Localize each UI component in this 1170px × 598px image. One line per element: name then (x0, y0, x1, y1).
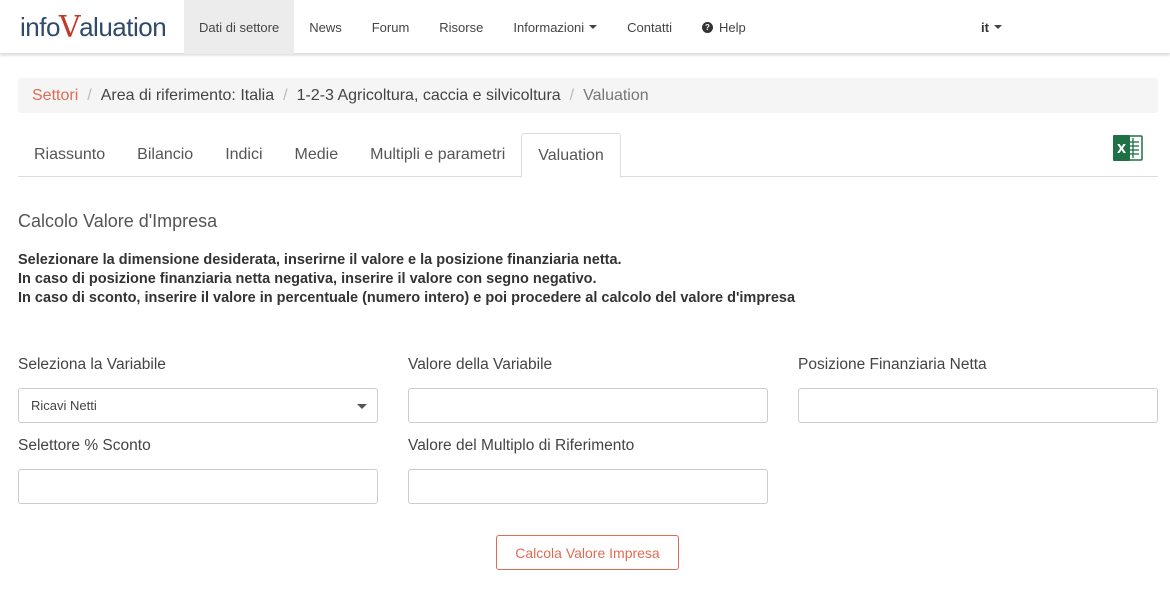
nav-item-dati-di-settore[interactable]: Dati di settore (184, 0, 295, 54)
breadcrumb-separator: / (87, 86, 92, 104)
excel-export-icon[interactable]: X (1112, 133, 1144, 163)
nav-label: Forum (371, 19, 410, 35)
discount-label: Selettore % Sconto (18, 437, 151, 454)
tab-riassunto[interactable]: Riassunto (18, 133, 121, 177)
nav-label: News (309, 19, 342, 35)
main-nav: Dati di settore News Forum Risorse Infor… (184, 0, 761, 54)
variable-select-label: Seleziona la Variabile (18, 356, 166, 373)
nav-item-informazioni[interactable]: Informazioni (498, 0, 612, 54)
excel-letter: X (1117, 142, 1127, 156)
tab-medie[interactable]: Medie (279, 133, 355, 177)
breadcrumb-sector: 1-2-3 Agricoltura, caccia e silvicoltura (296, 86, 561, 104)
brand-text-v: V (58, 9, 81, 45)
tab-label: Valuation (538, 146, 604, 164)
tab-label: Riassunto (34, 146, 106, 163)
nav-label: Help (718, 19, 746, 35)
tab-bilancio[interactable]: Bilancio (121, 133, 209, 177)
instructions: Selezionare la dimensione desiderata, in… (18, 251, 795, 308)
brand-logo[interactable]: info Valuation (20, 8, 167, 46)
chevron-down-icon (357, 404, 367, 409)
multiple-input[interactable] (408, 469, 768, 504)
nav-item-risorse[interactable]: Risorse (424, 0, 498, 54)
breadcrumb-current: Valuation (583, 86, 649, 104)
section-tabs: Riassunto Bilancio Indici Medie Multipli… (18, 133, 1158, 178)
nav-item-contatti[interactable]: Contatti (612, 0, 687, 54)
multiple-label: Valore del Multiplo di Riferimento (408, 437, 635, 454)
brand-text-info: info (20, 11, 60, 42)
breadcrumb: Settori / Area di riferimento: Italia / … (18, 78, 1158, 113)
question-circle-icon: ? (701, 21, 713, 33)
tab-label: Multipli e parametri (370, 146, 506, 163)
variable-select-value: Ricavi Netti (31, 398, 97, 413)
nav-label: Dati di settore (199, 19, 280, 35)
pfn-label: Posizione Finanziaria Netta (798, 356, 987, 373)
language-label: it (981, 19, 989, 35)
variable-value-label: Valore della Variabile (408, 356, 553, 373)
tab-multipli-e-parametri[interactable]: Multipli e parametri (354, 133, 521, 177)
discount-input[interactable] (18, 469, 378, 504)
nav-item-news[interactable]: News (294, 0, 357, 54)
variable-value-input[interactable] (408, 388, 768, 423)
instruction-line: In caso di posizione finanziaria netta n… (18, 271, 597, 287)
tab-label: Medie (294, 146, 339, 163)
language-dropdown[interactable]: it (981, 0, 1002, 54)
top-navbar: info Valuation Dati di settore News Forum… (0, 0, 1170, 54)
calculate-button[interactable]: Calcola Valore Impresa (496, 535, 679, 570)
nav-item-forum[interactable]: Forum (357, 0, 425, 54)
nav-item-help[interactable]: ? Help (687, 0, 761, 54)
tab-label: Indici (225, 146, 263, 163)
breadcrumb-separator: / (569, 86, 575, 104)
instruction-line: In caso di sconto, inserire il valore in… (18, 290, 796, 306)
breadcrumb-settori[interactable]: Settori (32, 87, 78, 105)
caret-down-icon (993, 25, 1002, 29)
breadcrumb-area: Area di riferimento: Italia (100, 86, 275, 104)
pfn-input[interactable] (798, 388, 1158, 423)
tab-valuation[interactable]: Valuation (521, 133, 621, 178)
tab-label: Bilancio (137, 146, 194, 163)
caret-down-icon (589, 25, 598, 29)
breadcrumb-separator: / (283, 86, 288, 104)
section-title: Calcolo Valore d'Impresa (18, 211, 218, 231)
brand-text-aluation: aluation (79, 11, 167, 42)
instruction-line: Selezionare la dimensione desiderata, in… (18, 252, 622, 268)
nav-label: Informazioni (513, 19, 585, 35)
tab-indici[interactable]: Indici (209, 133, 278, 177)
variable-select[interactable]: Ricavi Netti (18, 388, 378, 423)
nav-label: Risorse (439, 19, 484, 35)
nav-label: Contatti (627, 19, 672, 35)
